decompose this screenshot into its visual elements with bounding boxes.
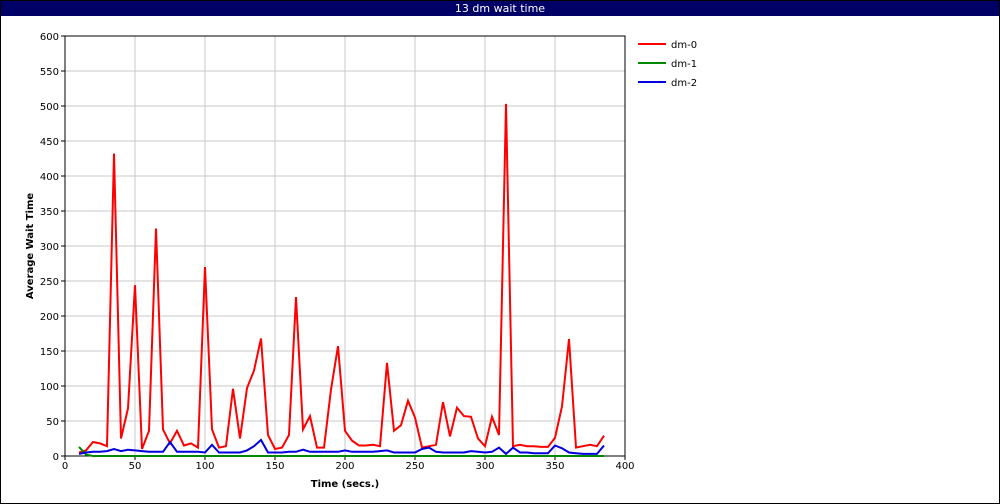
y-tick-label: 450 bbox=[40, 137, 59, 148]
y-tick-label: 350 bbox=[40, 207, 59, 218]
y-tick-label: 400 bbox=[40, 172, 59, 183]
y-tick-label: 500 bbox=[40, 102, 59, 113]
y-tick-label: 550 bbox=[40, 67, 59, 78]
x-tick-label: 150 bbox=[265, 461, 284, 472]
legend-label: dm-1 bbox=[671, 59, 697, 70]
x-tick-label: 400 bbox=[615, 461, 634, 472]
legend-label: dm-0 bbox=[671, 40, 697, 51]
y-tick-label: 600 bbox=[40, 32, 59, 43]
y-tick-label: 250 bbox=[40, 277, 59, 288]
x-tick-label: 300 bbox=[475, 461, 494, 472]
line-chart: 0 50 100 150 200 250 300 350 400 0 50 100 150 200 250 3… bbox=[25, 32, 697, 490]
x-axis-label: Time (secs.) bbox=[311, 479, 380, 490]
legend-label: dm-2 bbox=[671, 78, 697, 89]
x-tick-label: 0 bbox=[62, 461, 68, 472]
y-axis-label: Average Wait Time bbox=[25, 193, 36, 300]
y-tick-label: 300 bbox=[40, 242, 59, 253]
x-tick-label: 350 bbox=[545, 461, 564, 472]
x-tick-label: 200 bbox=[335, 461, 354, 472]
y-tick-label: 200 bbox=[40, 312, 59, 323]
x-tick-label: 50 bbox=[129, 461, 142, 472]
y-tick-label: 50 bbox=[46, 417, 59, 428]
y-tick-label: 150 bbox=[40, 347, 59, 358]
y-tick-label: 0 bbox=[53, 452, 59, 463]
x-tick-label: 100 bbox=[195, 461, 214, 472]
x-tick-label: 250 bbox=[405, 461, 424, 472]
y-tick-label: 100 bbox=[40, 382, 59, 393]
